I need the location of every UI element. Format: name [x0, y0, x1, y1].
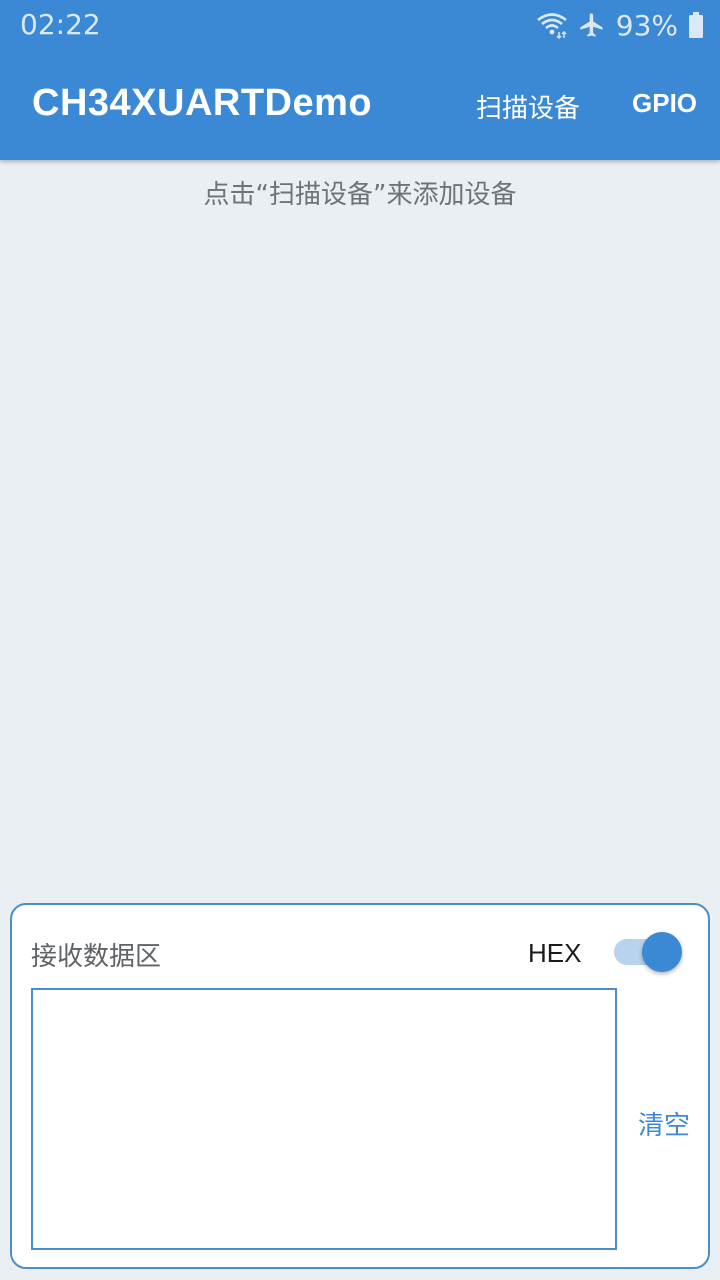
- app-title: CH34XUARTDemo: [32, 82, 373, 124]
- receive-data-area[interactable]: [31, 988, 617, 1250]
- status-icons: 93%: [536, 8, 704, 42]
- battery-icon: [688, 11, 704, 39]
- hex-toggle[interactable]: [612, 931, 686, 975]
- receive-data-panel: 接收数据区 HEX 清空: [10, 903, 710, 1269]
- airplane-icon: [578, 11, 606, 39]
- status-bar: 02:22 93%: [0, 0, 720, 50]
- wifi-icon: [536, 11, 568, 39]
- hex-label: HEX: [528, 938, 582, 968]
- scan-devices-button[interactable]: 扫描设备: [476, 88, 580, 125]
- app-bar: 02:22 93% CH34XUARTDemo 扫描设备 GPIO: [0, 0, 720, 160]
- battery-percent: 93%: [615, 8, 678, 42]
- empty-device-hint: 点击“扫描设备”来添加设备: [203, 180, 517, 210]
- hex-toggle-thumb: [642, 932, 682, 972]
- status-time: 02:22: [20, 8, 101, 41]
- clear-button[interactable]: 清空: [638, 1105, 690, 1142]
- receive-data-title: 接收数据区: [31, 942, 162, 972]
- gpio-button[interactable]: GPIO: [632, 88, 697, 119]
- toolbar: CH34XUARTDemo 扫描设备 GPIO: [0, 50, 720, 160]
